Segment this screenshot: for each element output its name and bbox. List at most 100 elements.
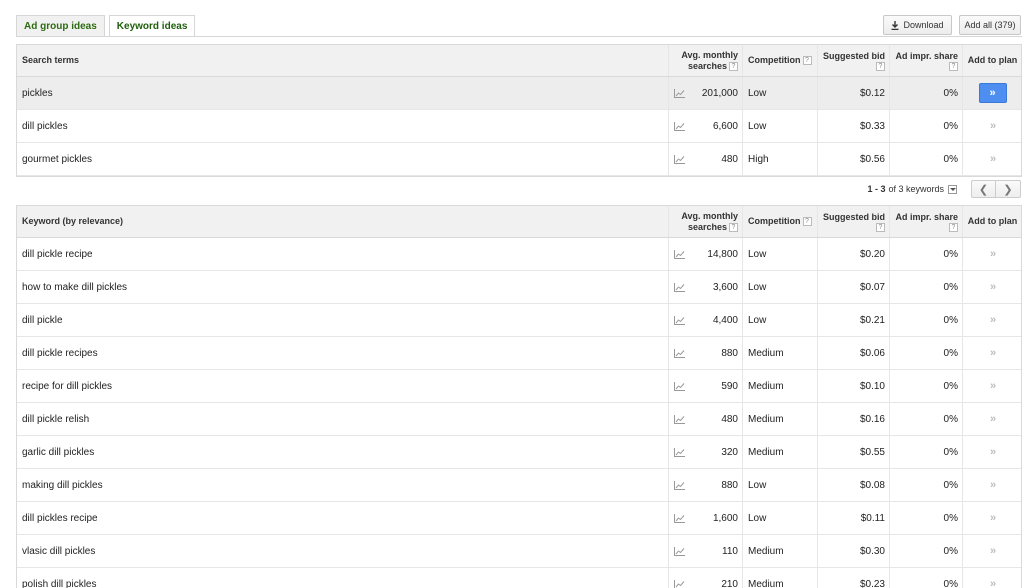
suggested-bid-value: $0.12 <box>817 77 889 109</box>
suggested-bid-value: $0.21 <box>817 304 889 336</box>
table-row: pickles 201,000 Low $0.12 0% » <box>17 77 1021 110</box>
add-to-plan-cell: » <box>962 143 1022 175</box>
header-suggested-bid: Suggested bid ? <box>817 45 889 76</box>
avg-monthly-searches: 210 <box>721 578 738 588</box>
table-row: vlasic dill pickles 110 Medium $0.30 0% » <box>17 535 1021 568</box>
add-to-plan-chevron-icon[interactable]: » <box>990 248 996 260</box>
avg-monthly-searches: 480 <box>721 153 738 165</box>
table-row: how to make dill pickles 3,600 Low $0.07 0% » <box>17 271 1021 304</box>
page-size-dropdown-icon[interactable] <box>948 184 957 194</box>
help-icon[interactable]: ? <box>949 61 958 71</box>
keyword-text: pickles <box>22 87 53 99</box>
competition-value: Medium <box>742 337 817 369</box>
add-to-plan-cell: » <box>962 304 1022 336</box>
help-icon[interactable]: ? <box>876 61 885 71</box>
table-row: gourmet pickles 480 High $0.56 0% » <box>17 143 1021 176</box>
pager-text: of 3 keywords <box>888 184 944 194</box>
keyword-text: vlasic dill pickles <box>22 545 96 557</box>
tab-keyword-ideas[interactable]: Keyword ideas <box>108 15 196 37</box>
table-row: garlic dill pickles 320 Medium $0.55 0% » <box>17 436 1021 469</box>
keyword-ideas-table: Keyword (by relevance) Avg. monthly sear… <box>16 205 1022 588</box>
keyword-text: dill pickle recipe <box>22 248 93 260</box>
add-to-plan-cell: » <box>962 271 1022 303</box>
tab-divider <box>16 36 1022 37</box>
add-to-plan-chevron-icon[interactable]: » <box>990 153 996 165</box>
add-to-plan-chevron-icon[interactable]: » <box>990 380 996 392</box>
add-to-plan-cell: » <box>962 77 1022 109</box>
avg-monthly-searches: 320 <box>721 446 738 458</box>
add-to-plan-chevron-icon[interactable]: » <box>990 347 996 359</box>
add-to-plan-cell: » <box>962 403 1022 435</box>
add-to-plan-chevron-icon[interactable]: » <box>990 314 996 326</box>
add-to-plan-chevron-icon[interactable]: » <box>990 281 996 293</box>
header-suggested-bid: Suggested bid ? <box>817 206 889 237</box>
suggested-bid-value: $0.23 <box>817 568 889 588</box>
suggested-bid-value: $0.10 <box>817 370 889 402</box>
competition-value: High <box>742 143 817 175</box>
suggested-bid-value: $0.16 <box>817 403 889 435</box>
suggested-bid-value: $0.07 <box>817 271 889 303</box>
keyword-text: dill pickles <box>22 120 68 132</box>
add-to-plan-chevron-icon[interactable]: » <box>990 512 996 524</box>
add-to-plan-cell: » <box>962 568 1022 588</box>
add-to-plan-chevron-icon[interactable]: » <box>990 479 996 491</box>
help-icon[interactable]: ? <box>876 222 885 232</box>
avg-monthly-searches: 880 <box>721 347 738 359</box>
suggested-bid-value: $0.08 <box>817 469 889 501</box>
tab-ad-group-ideas[interactable]: Ad group ideas <box>16 15 105 37</box>
help-icon[interactable]: ? <box>729 222 738 232</box>
competition-value: Low <box>742 271 817 303</box>
table-row: dill pickle recipe 14,800 Low $0.20 0% » <box>17 238 1021 271</box>
ad-impr-share-value: 0% <box>889 143 962 175</box>
table-row: making dill pickles 880 Low $0.08 0% » <box>17 469 1021 502</box>
help-icon[interactable]: ? <box>802 56 812 65</box>
competition-value: Low <box>742 238 817 270</box>
competition-value: Low <box>742 469 817 501</box>
ad-impr-share-value: 0% <box>889 271 962 303</box>
help-icon[interactable]: ? <box>729 61 738 71</box>
header-ad-impr-share: Ad impr. share ? <box>889 206 962 237</box>
header-search-terms: Search terms <box>22 55 80 65</box>
tab-bar: Ad group ideas Keyword ideas <box>16 15 199 37</box>
search-terms-header: Search terms Avg. monthly searches? Comp… <box>17 45 1021 77</box>
keyword-text: gourmet pickles <box>22 153 93 165</box>
help-icon[interactable]: ? <box>949 222 958 232</box>
add-to-plan-chevron-icon[interactable]: » <box>990 413 996 425</box>
download-button[interactable]: Download <box>883 15 952 35</box>
next-page-button[interactable]: ❯ <box>996 180 1021 198</box>
add-to-plan-cell: » <box>962 110 1022 142</box>
keyword-text: dill pickles recipe <box>22 512 98 524</box>
suggested-bid-value: $0.11 <box>817 502 889 534</box>
add-all-button[interactable]: Add all (379) <box>959 15 1021 35</box>
avg-monthly-searches: 880 <box>721 479 738 491</box>
keyword-text: polish dill pickles <box>22 578 97 588</box>
keyword-text: garlic dill pickles <box>22 446 95 458</box>
table-row: dill pickles 6,600 Low $0.33 0% » <box>17 110 1021 143</box>
ad-impr-share-value: 0% <box>889 568 962 588</box>
add-to-plan-cell: » <box>962 469 1022 501</box>
ad-impr-share-value: 0% <box>889 337 962 369</box>
header-impr-label: Ad impr. share <box>895 211 958 222</box>
add-to-plan-button[interactable]: » <box>978 83 1007 103</box>
avg-monthly-searches: 3,600 <box>712 281 738 293</box>
competition-value: Low <box>742 502 817 534</box>
add-to-plan-chevron-icon[interactable]: » <box>990 545 996 557</box>
add-to-plan-chevron-icon[interactable]: » <box>990 578 996 588</box>
competition-value: Low <box>742 77 817 109</box>
header-competition: Competition? <box>742 206 817 237</box>
help-icon[interactable]: ? <box>802 217 812 226</box>
header-competition-label: Competition <box>748 216 801 226</box>
ad-impr-share-value: 0% <box>889 370 962 402</box>
add-to-plan-cell: » <box>962 238 1022 270</box>
ad-impr-share-value: 0% <box>889 304 962 336</box>
header-avg-monthly-searches: Avg. monthly searches? <box>668 206 742 237</box>
add-to-plan-chevron-icon[interactable]: » <box>990 446 996 458</box>
table-row: recipe for dill pickles 590 Medium $0.10 0% » <box>17 370 1021 403</box>
add-to-plan-chevron-icon[interactable]: » <box>990 120 996 132</box>
suggested-bid-value: $0.20 <box>817 238 889 270</box>
header-add-to-plan: Add to plan <box>962 45 1022 76</box>
header-bid-label: Suggested bid <box>822 50 885 61</box>
header-competition-label: Competition <box>748 55 801 65</box>
prev-page-button[interactable]: ❮ <box>971 180 996 198</box>
table-row: dill pickle recipes 880 Medium $0.06 0% » <box>17 337 1021 370</box>
